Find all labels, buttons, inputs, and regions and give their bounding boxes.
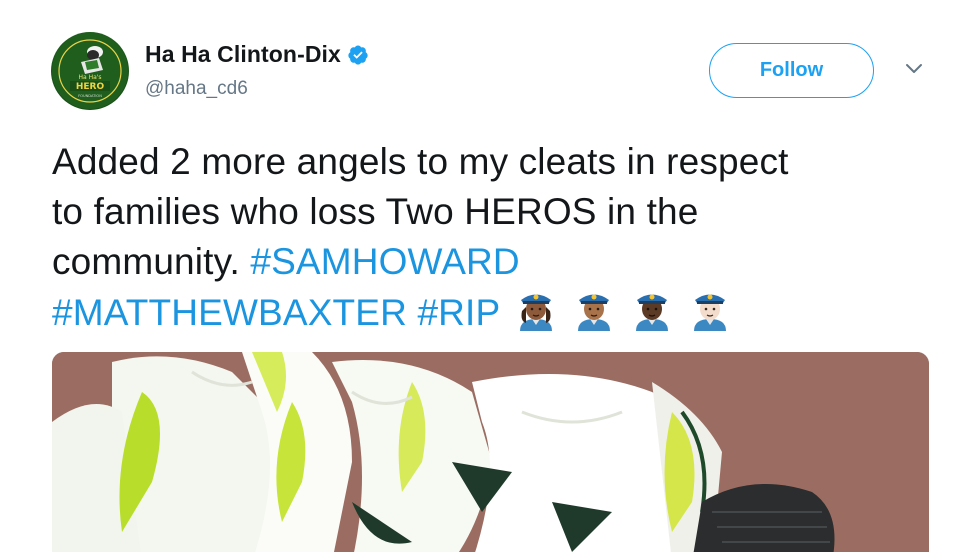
police-officer-light-icon	[686, 287, 734, 331]
hashtag-samhoward[interactable]: #SAMHOWARD	[250, 241, 519, 282]
tweet-line-4: #MATTHEWBAXTER #RIP	[52, 287, 932, 338]
tweet-line-3: community. #SAMHOWARD	[52, 237, 932, 287]
svg-text:FOUNDATION: FOUNDATION	[78, 94, 102, 98]
svg-text:Ha Ha's: Ha Ha's	[78, 74, 101, 81]
svg-text:HERO: HERO	[76, 82, 105, 92]
chevron-down-icon[interactable]	[904, 62, 924, 76]
hashtag-rip[interactable]: #RIP	[417, 292, 500, 333]
hashtag-matthewbaxter[interactable]: #MATTHEWBAXTER	[52, 292, 407, 333]
author-handle[interactable]: @haha_cd6	[145, 78, 248, 100]
hero-foundation-logo-icon[interactable]: Ha Ha's HERO FOUNDATION	[51, 32, 129, 110]
tweet-card: Ha Ha's HERO FOUNDATION Ha Ha Clinton-Di…	[0, 0, 980, 552]
tweet-text: Added 2 more angels to my cleats in resp…	[52, 137, 932, 338]
verified-badge-icon	[347, 44, 369, 66]
tweet-line-3-text: community.	[52, 241, 251, 282]
tweet-line-1: Added 2 more angels to my cleats in resp…	[52, 141, 789, 182]
police-officer-dark-icon	[628, 287, 676, 331]
follow-button[interactable]: Follow	[709, 43, 874, 98]
author-name-row[interactable]: Ha Ha Clinton-Dix	[145, 41, 369, 68]
emoji-group	[512, 287, 734, 331]
tweet-line-2: to families who loss Two HEROS in the	[52, 191, 699, 232]
police-officer-woman-medium-dark-icon	[512, 287, 560, 331]
display-name[interactable]: Ha Ha Clinton-Dix	[145, 41, 341, 68]
cleats-photo-icon[interactable]	[52, 352, 929, 552]
police-officer-medium-icon	[570, 287, 618, 331]
